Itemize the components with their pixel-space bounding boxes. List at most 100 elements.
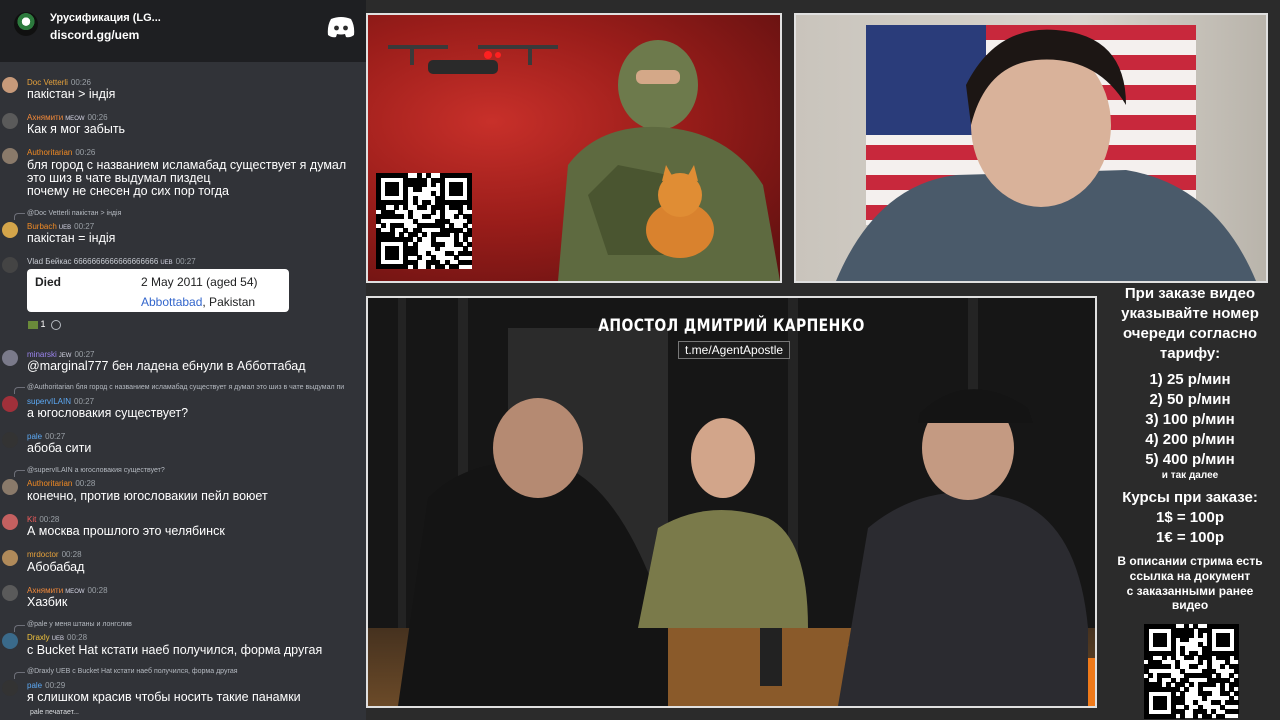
user-badge: UEB [160,260,173,266]
timestamp: 00:28 [67,633,88,642]
username[interactable]: Burbach [27,222,57,231]
username[interactable]: Doc Vetterli [27,78,68,87]
server-name: Урусификация (LG... [50,12,161,24]
username[interactable]: pale [27,432,42,441]
user-avatar[interactable] [2,222,18,238]
timestamp: 00:27 [74,397,95,406]
add-reaction-icon[interactable] [50,319,61,330]
embed-place-link[interactable]: Abbottabad [141,295,202,309]
reply-preview[interactable]: @pale у меня штаны и лонгслив [27,621,132,628]
username[interactable]: Authoritarian [27,479,72,488]
username[interactable]: minarski [27,350,57,359]
reaction-count: 1 [40,319,46,329]
message-text: я слишком красив чтобы носить такие пана… [27,690,301,704]
timestamp: 00:28 [61,550,82,559]
username[interactable]: Kit [27,515,36,524]
message-text: абоба сити [27,441,92,455]
description-line: ссылка на документ [1129,569,1251,583]
message-text: почему не снесен до сих пор тогда [27,184,229,198]
timestamp: 00:28 [39,515,60,524]
username[interactable]: Authoritarian [27,148,72,157]
user-avatar[interactable] [2,77,18,93]
timestamp: 00:26 [70,78,91,87]
promo-poster [366,13,782,283]
reply-line [14,387,25,394]
user-avatar[interactable] [2,257,18,273]
user-badge: UEB [51,636,65,642]
reply-line [14,672,25,679]
user-avatar[interactable] [2,514,18,530]
reply-preview[interactable]: @Draxly UEB с Bucket Hat кстати наеб пол… [27,668,238,675]
username[interactable]: mrdoctor [27,550,59,559]
wiki-embed: Died 2 May 2011 (aged 54) Abbottabad, Pa… [27,269,289,312]
user-avatar[interactable] [2,633,18,649]
message-text: Хазбик [27,595,68,609]
message-text-content: @marginal777 бен ладена ебнули в Абботта… [27,359,306,373]
embed-place-rest: , Pakistan [202,295,256,309]
rate-item: 1€ = 100р [1156,529,1224,546]
description-line: видео [1171,598,1209,612]
rates-title: Курсы при заказе: [1122,489,1258,506]
info-line: очереди согласно [1122,325,1258,342]
user-avatar[interactable] [2,479,18,495]
timestamp: 00:29 [45,681,66,690]
reply-line [14,470,25,477]
username[interactable]: Draxly [27,633,50,642]
info-line: тарифу: [1159,345,1221,362]
user-avatar[interactable] [2,550,18,566]
chat-header: Урусификация (LG... discord.gg/uem [0,0,366,62]
qr-code-image[interactable] [1144,624,1239,719]
username[interactable]: Vlad Бейкас [27,257,72,266]
tariff-item: 4) 200 р/мин [1145,431,1235,448]
qr-code-image[interactable] [376,173,473,270]
description-line: с заказанными ранее [1126,584,1254,598]
embed-label: Died [35,275,62,289]
webcam-feed [794,13,1268,283]
reaction-chip[interactable]: 1 [28,319,61,330]
server-icon[interactable] [14,12,38,36]
reply-preview[interactable]: @Doc Vetterli пакістан > індія [27,210,121,217]
discord-icon [327,17,355,38]
timestamp: 00:27 [74,222,95,231]
drone-icon [388,45,558,74]
user-avatar[interactable] [2,585,18,601]
user-avatar[interactable] [2,432,18,448]
timestamp: 00:28 [87,586,108,595]
timestamp: 00:27 [175,257,196,266]
tariff-item: 5) 400 р/мин [1145,451,1235,468]
podcast-scene [368,298,1095,706]
rate-item: 1$ = 100р [1156,509,1224,526]
embed-date: 2 May 2011 (aged 54) [141,275,258,289]
webcam-scene [836,25,1256,281]
reaction-emoji-icon [28,320,38,329]
chat-panel: Урусификация (LG... discord.gg/uem Doc V… [0,0,366,720]
podcast-link[interactable]: t.me/AgentApostle [678,341,791,359]
description-line: В описании стрима есть [1117,554,1263,568]
username[interactable]: supervILAIN [27,397,71,406]
reply-preview[interactable]: @Authoritarian бля город с названием исл… [27,384,344,391]
message-text: конечно, против югословакии пейл воюет [27,489,268,503]
timestamp: 00:27 [45,432,66,441]
reply-line [14,625,25,632]
user-avatar[interactable] [2,148,18,164]
user-avatar[interactable] [2,680,18,696]
message-text: с Bucket Hat кстати наеб получился, форм… [27,643,323,657]
user-badge: MEOW [65,589,85,595]
podcast-video: АПОСТОЛ ДМИТРИЙ КАРПЕНКО t.me/AgentApost… [366,296,1097,708]
username[interactable]: pale [27,681,42,690]
reply-preview[interactable]: @supervILAIN а югословакия существует? [27,467,165,474]
timestamp: 00:26 [75,148,96,157]
order-info: При заказе видео указывайте номер очеред… [1100,284,1280,611]
user-avatar[interactable] [2,113,18,129]
username[interactable]: Ахнямити [27,113,63,122]
user-avatar[interactable] [2,350,18,366]
timestamp: 00:28 [75,479,96,488]
message-text: А москва прошлого это челябинск [27,524,225,538]
user-avatar[interactable] [2,396,18,412]
message-text: а югословакия существует? [27,406,189,420]
timestamp: 00:27 [74,350,95,359]
reply-line [14,213,25,220]
message-text: Абобабад [27,560,85,574]
username[interactable]: Ахнямити [27,586,63,595]
server-invite[interactable]: discord.gg/uem [50,28,139,42]
